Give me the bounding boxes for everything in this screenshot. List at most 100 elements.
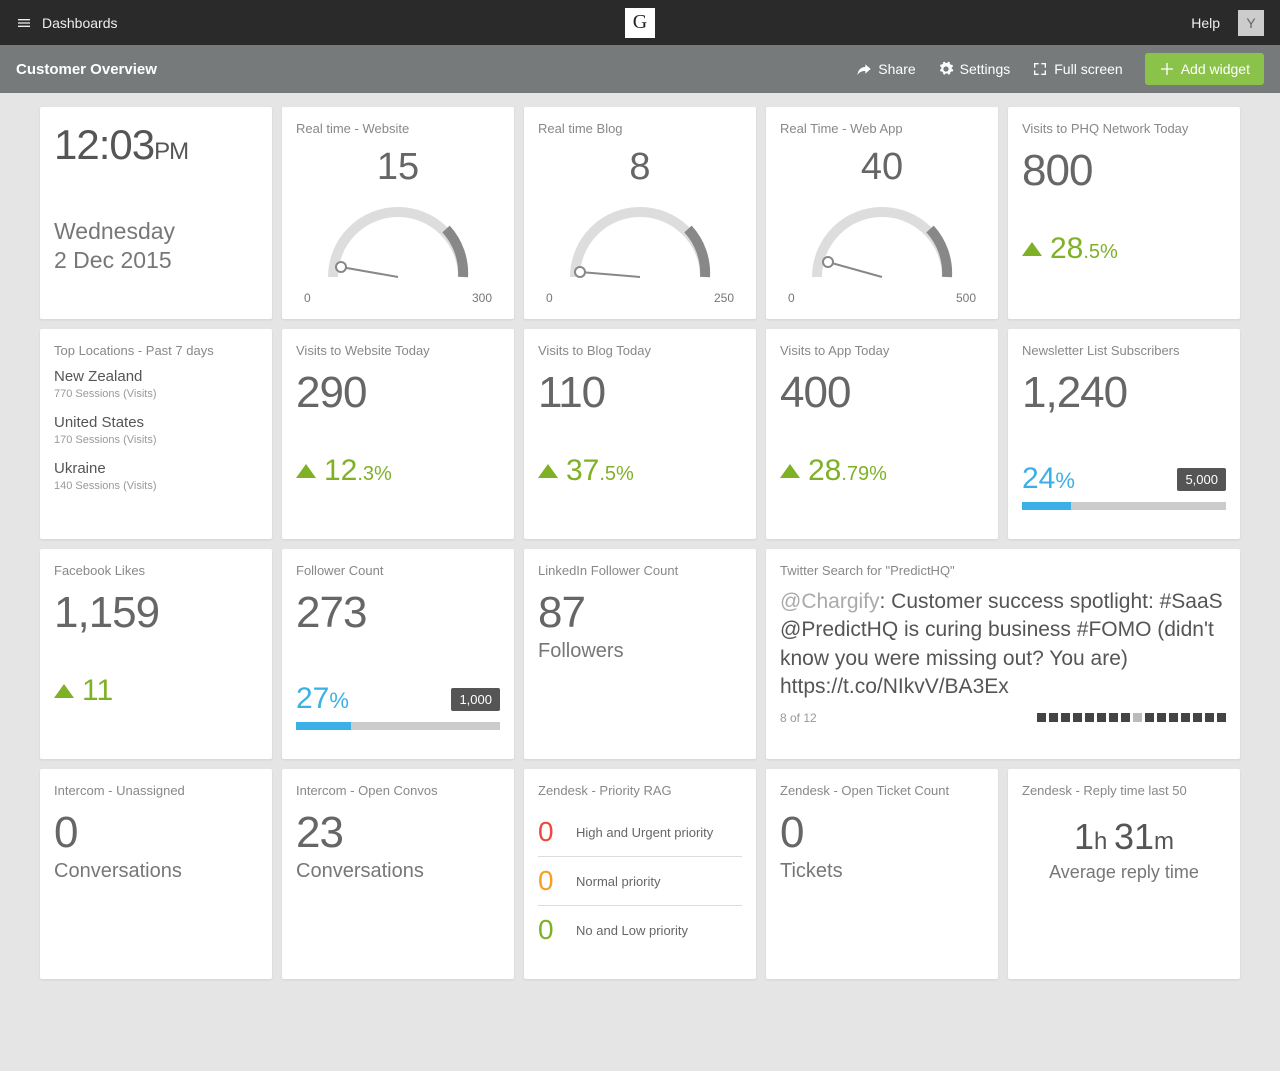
tweet-index: 8 of 12 (780, 711, 817, 725)
help-link[interactable]: Help (1191, 15, 1220, 31)
dashboards-link[interactable]: Dashboards (42, 15, 118, 31)
metric-delta: 28.5% (1022, 232, 1226, 266)
list-item: New Zealand770 Sessions (Visits) (54, 368, 258, 400)
metric-sublabel: Followers (538, 640, 742, 663)
metric-delta: 11 (54, 674, 258, 708)
newsletter-widget[interactable]: Newsletter List Subscribers 1,240 24% 5,… (1008, 329, 1240, 539)
metric-sublabel: Conversations (54, 860, 258, 883)
list-item: United States170 Sessions (Visits) (54, 414, 258, 446)
phq-visits-widget[interactable]: Visits to PHQ Network Today 800 28.5% (1008, 107, 1240, 319)
locations-widget[interactable]: Top Locations - Past 7 days New Zealand7… (40, 329, 272, 539)
widget-title: Visits to Blog Today (538, 343, 742, 358)
metric-sublabel: Tickets (780, 860, 984, 883)
progress-bar (1022, 502, 1226, 510)
user-avatar[interactable]: Y (1238, 10, 1264, 36)
progress-bar (296, 722, 500, 730)
gear-icon (938, 61, 954, 77)
clock-widget[interactable]: 12:03PM Wednesday 2 Dec 2015 (40, 107, 272, 319)
twitter-search-widget[interactable]: Twitter Search for "PredictHQ" @Chargify… (766, 549, 1240, 759)
metric-value: 110 (538, 368, 742, 418)
widget-title: Zendesk - Open Ticket Count (780, 783, 984, 798)
metric-percent: 24% (1022, 462, 1075, 496)
zendesk-rag-widget[interactable]: Zendesk - Priority RAG 0High and Urgent … (524, 769, 756, 979)
linkedin-widget[interactable]: LinkedIn Follower Count 87 Followers (524, 549, 756, 759)
widget-title: Newsletter List Subscribers (1022, 343, 1226, 358)
plus-icon (1159, 61, 1175, 77)
gauge-chart: 0 250 (538, 197, 742, 305)
metric-value: 0 (780, 808, 984, 858)
rag-row: 0No and Low priority (538, 906, 742, 954)
gauge-value: 40 (780, 146, 984, 189)
fullscreen-button[interactable]: Full screen (1032, 61, 1122, 77)
widget-title: Visits to App Today (780, 343, 984, 358)
share-button[interactable]: Share (856, 61, 915, 77)
metric-percent: 27% (296, 682, 349, 716)
menu-icon[interactable] (16, 15, 32, 31)
metric-value: 87 (538, 588, 742, 638)
gauge-value: 8 (538, 146, 742, 189)
gauge-webapp-widget[interactable]: Real Time - Web App 40 0 500 (766, 107, 998, 319)
visits-blog-widget[interactable]: Visits to Blog Today 110 37.5% (524, 329, 756, 539)
rag-row: 0Normal priority (538, 857, 742, 906)
reply-time-value: 1h 31m (1022, 816, 1226, 858)
share-icon (856, 61, 872, 77)
list-item: Ukraine140 Sessions (Visits) (54, 460, 258, 492)
metric-delta: 37.5% (538, 454, 742, 488)
app-logo[interactable]: G (625, 8, 655, 38)
goal-badge: 5,000 (1177, 468, 1226, 491)
widget-title: Follower Count (296, 563, 500, 578)
tweet-text: @Chargify: Customer success spotlight: #… (780, 588, 1226, 701)
rag-row: 0High and Urgent priority (538, 808, 742, 857)
widget-title: Real time - Website (296, 121, 500, 136)
settings-button[interactable]: Settings (938, 61, 1011, 77)
add-widget-button[interactable]: Add widget (1145, 53, 1264, 85)
carousel-dots[interactable] (1034, 711, 1226, 725)
widget-title: Intercom - Unassigned (54, 783, 258, 798)
widget-title: Facebook Likes (54, 563, 258, 578)
metric-value: 1,240 (1022, 368, 1226, 418)
metric-value: 800 (1022, 146, 1226, 196)
metric-value: 1,159 (54, 588, 258, 638)
widget-title: Twitter Search for "PredictHQ" (780, 563, 1226, 578)
widget-title: Zendesk - Reply time last 50 (1022, 783, 1226, 798)
gauge-chart: 0 500 (780, 197, 984, 305)
clock-day: Wednesday (54, 217, 258, 246)
up-arrow-icon (54, 684, 74, 698)
gauge-blog-widget[interactable]: Real time Blog 8 0 250 (524, 107, 756, 319)
goal-badge: 1,000 (451, 688, 500, 711)
page-title: Customer Overview (16, 61, 157, 78)
metric-value: 23 (296, 808, 500, 858)
intercom-open-widget[interactable]: Intercom - Open Convos 23 Conversations (282, 769, 514, 979)
facebook-likes-widget[interactable]: Facebook Likes 1,159 11 (40, 549, 272, 759)
gauge-website-widget[interactable]: Real time - Website 15 0 300 (282, 107, 514, 319)
widget-title: Intercom - Open Convos (296, 783, 500, 798)
topbar: Dashboards G Help Y (0, 0, 1280, 45)
zendesk-open-widget[interactable]: Zendesk - Open Ticket Count 0 Tickets (766, 769, 998, 979)
metric-value: 290 (296, 368, 500, 418)
widget-title: Zendesk - Priority RAG (538, 783, 742, 798)
visits-app-widget[interactable]: Visits to App Today 400 28.79% (766, 329, 998, 539)
widget-grid: 12:03PM Wednesday 2 Dec 2015 Real time -… (0, 93, 1280, 993)
metric-value: 273 (296, 588, 500, 638)
up-arrow-icon (538, 464, 558, 478)
widget-title: Real Time - Web App (780, 121, 984, 136)
metric-value: 400 (780, 368, 984, 418)
dashboard-header: Customer Overview Share Settings Full sc… (0, 45, 1280, 93)
intercom-unassigned-widget[interactable]: Intercom - Unassigned 0 Conversations (40, 769, 272, 979)
widget-title: Visits to Website Today (296, 343, 500, 358)
up-arrow-icon (1022, 242, 1042, 256)
up-arrow-icon (780, 464, 800, 478)
visits-website-widget[interactable]: Visits to Website Today 290 12.3% (282, 329, 514, 539)
zendesk-reply-widget[interactable]: Zendesk - Reply time last 50 1h 31m Aver… (1008, 769, 1240, 979)
metric-sublabel: Conversations (296, 860, 500, 883)
widget-title: Visits to PHQ Network Today (1022, 121, 1226, 136)
widget-title: Top Locations - Past 7 days (54, 343, 258, 358)
gauge-value: 15 (296, 146, 500, 189)
follower-count-widget[interactable]: Follower Count 273 27% 1,000 (282, 549, 514, 759)
metric-delta: 28.79% (780, 454, 984, 488)
gauge-chart: 0 300 (296, 197, 500, 305)
clock-date: 2 Dec 2015 (54, 246, 258, 275)
clock-ampm: PM (154, 138, 188, 165)
metric-value: 0 (54, 808, 258, 858)
clock-time: 12:03 (54, 121, 154, 168)
